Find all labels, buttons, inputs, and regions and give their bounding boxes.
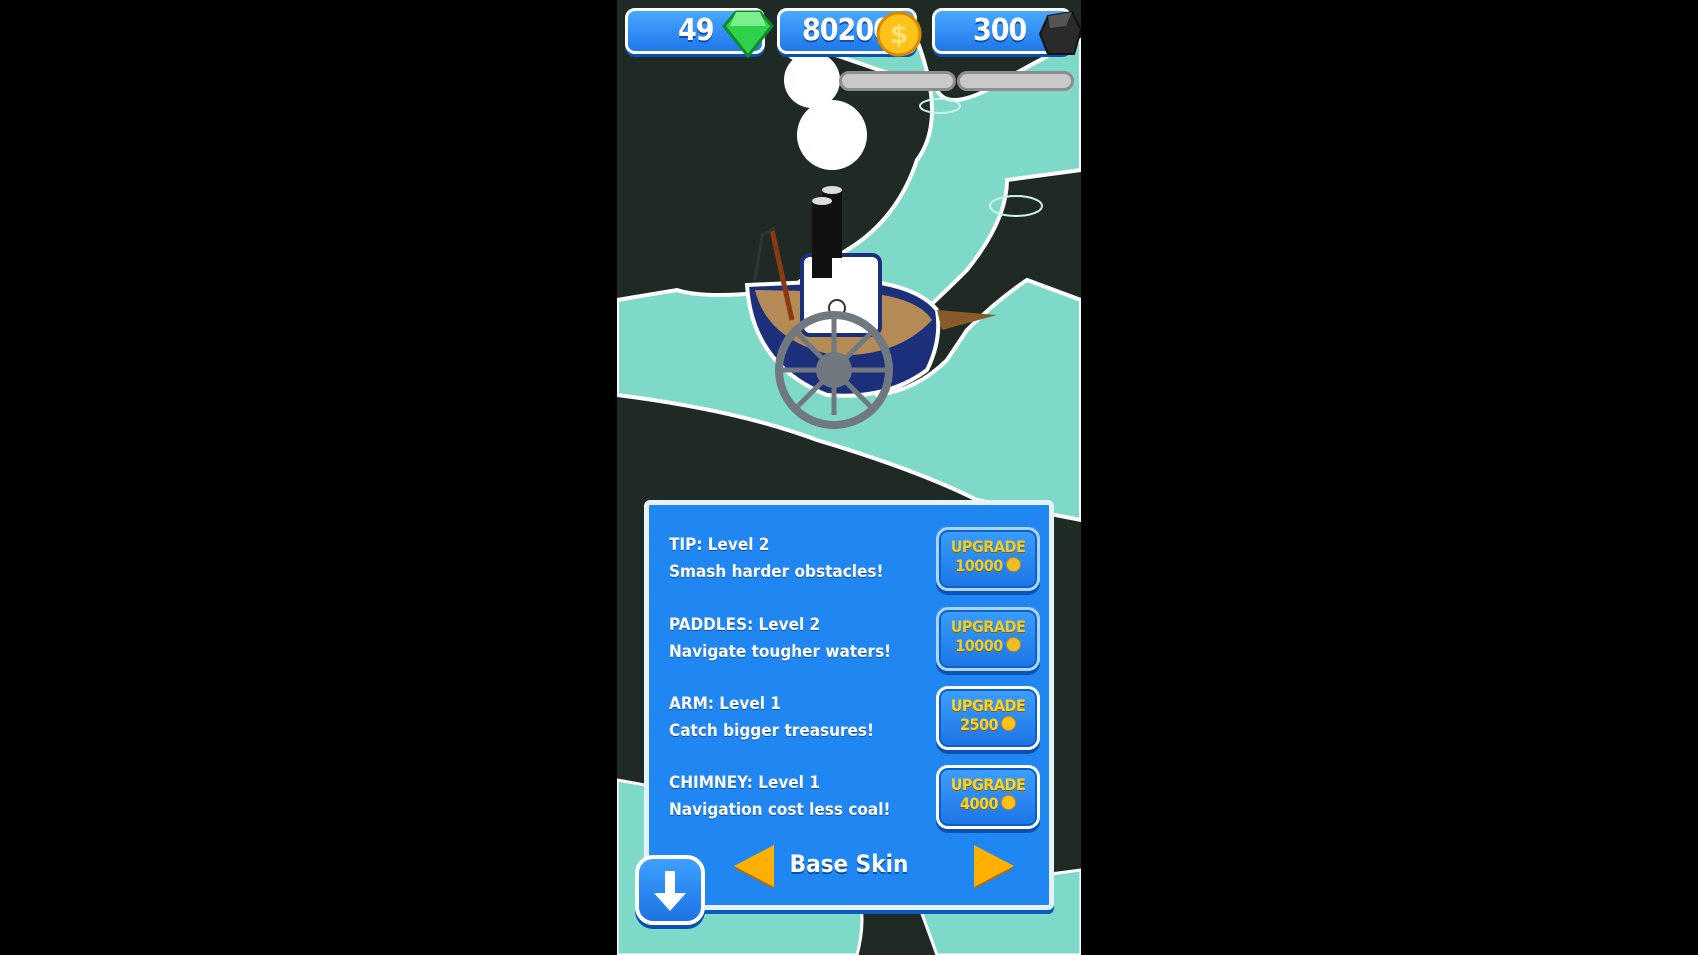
upgrade-title: CHIMNEY: Level 1 [669,773,820,793]
coin-icon [1005,557,1021,572]
coal-icon [1038,10,1081,55]
game-viewport: 49 80200 $ 300 TIP: Level 2 Smash harder… [617,0,1081,955]
collapse-panel-button[interactable] [635,855,705,925]
green-gem-icon [722,10,774,58]
upgrade-description: Navigate tougher waters! [669,642,892,662]
upgrade-price: 4000 [959,794,999,813]
upgrade-row-paddles: PADDLES: Level 2 Navigate tougher waters… [669,607,1040,677]
upgrade-title: TIP: Level 2 [669,535,770,555]
upgrade-price: 10000 [955,636,1003,655]
coal-count: 300 [973,13,1027,48]
upgrade-label: UPGRADE [950,775,1026,794]
upgrade-price: 2500 [959,715,999,734]
smoke-puff [797,100,867,170]
svg-text:$: $ [890,20,908,50]
smoke-puff [784,52,840,108]
coin-icon [1001,716,1017,731]
upgrade-row-arm: ARM: Level 1 Catch bigger treasures! UPG… [669,686,1040,756]
upgrade-row-chimney: CHIMNEY: Level 1 Navigation cost less co… [669,765,1040,835]
progress-bars [839,71,1074,95]
upgrade-label: UPGRADE [950,617,1026,636]
upgrade-title: ARM: Level 1 [669,694,781,714]
upgrade-title: PADDLES: Level 2 [669,615,821,635]
upgrade-panel: TIP: Level 2 Smash harder obstacles! UPG… [644,500,1054,910]
right-arrow-icon[interactable] [974,845,1014,887]
upgrade-description: Smash harder obstacles! [669,562,884,582]
upgrade-label: UPGRADE [950,537,1026,556]
upgrade-description: Navigation cost less coal! [669,800,891,820]
down-arrow-icon [654,871,686,911]
progress-bar-segment [957,71,1074,91]
gem-count: 49 [678,13,715,48]
upgrade-price: 10000 [955,556,1003,575]
coin-icon [1005,637,1021,652]
upgrade-chimney-button[interactable]: UPGRADE 4000 [936,765,1040,829]
coin-icon [1001,795,1017,810]
upgrade-description: Catch bigger treasures! [669,721,875,741]
upgrade-tip-button[interactable]: UPGRADE 10000 [936,527,1040,591]
upgrade-arm-button[interactable]: UPGRADE 2500 [936,686,1040,750]
progress-bar-segment [839,71,956,91]
upgrade-paddles-button[interactable]: UPGRADE 10000 [936,607,1040,671]
upgrade-row-tip: TIP: Level 2 Smash harder obstacles! UPG… [669,527,1040,597]
upgrade-label: UPGRADE [950,696,1026,715]
gold-coin-icon: $ [876,11,922,57]
